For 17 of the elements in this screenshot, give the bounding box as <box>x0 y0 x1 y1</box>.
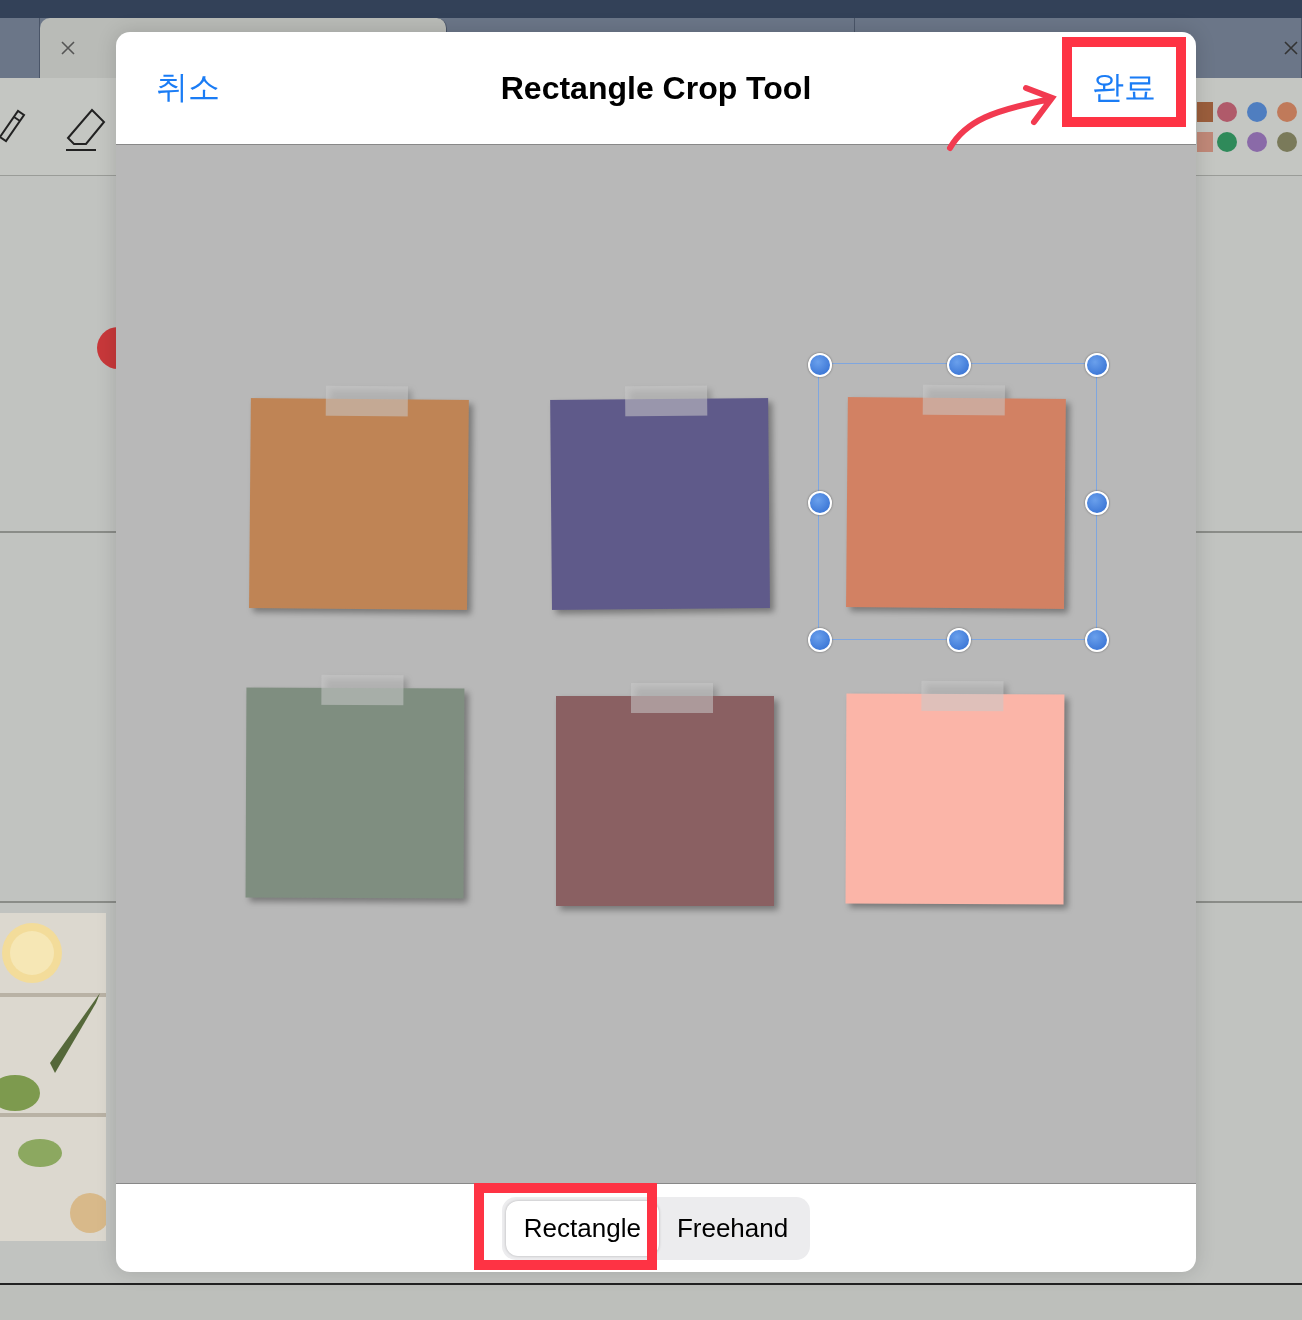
resize-handle[interactable] <box>1085 628 1109 652</box>
resize-handle[interactable] <box>946 628 971 652</box>
mode-tab[interactable]: Freehand <box>658 1200 807 1256</box>
close-icon[interactable] <box>1283 40 1299 56</box>
sticky-note[interactable] <box>556 683 774 906</box>
sticky-note[interactable] <box>550 385 770 610</box>
resize-handle[interactable] <box>1085 353 1109 377</box>
resize-handle[interactable] <box>946 353 971 377</box>
resize-handle[interactable] <box>1085 490 1109 515</box>
cancel-button[interactable]: 취소 <box>156 66 226 110</box>
dialog-title: Rectangle Crop Tool <box>500 69 812 107</box>
mode-tab[interactable]: Rectangle <box>505 1200 659 1256</box>
resize-handle[interactable] <box>808 353 832 377</box>
done-button[interactable]: 완료 <box>1086 66 1156 110</box>
resize-handle[interactable] <box>808 628 832 652</box>
resize-handle[interactable] <box>808 490 832 515</box>
close-icon[interactable] <box>60 40 76 56</box>
